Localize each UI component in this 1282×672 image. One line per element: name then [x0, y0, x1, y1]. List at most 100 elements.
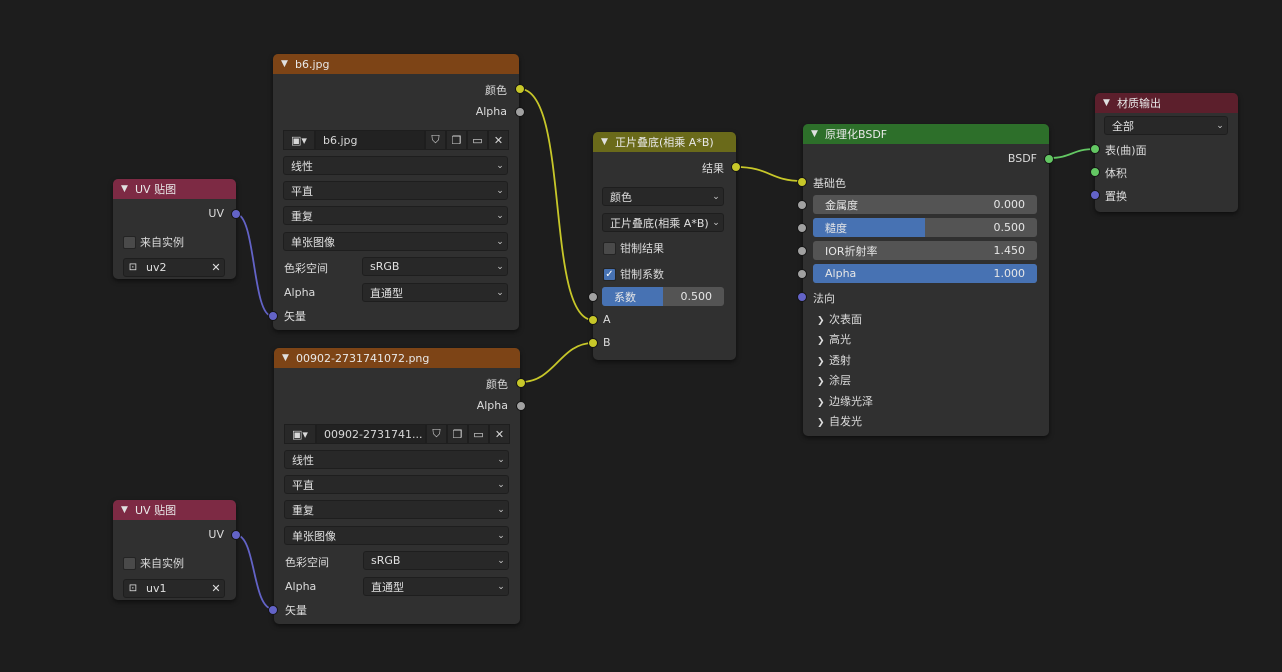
clamp-result-checkbox[interactable] — [603, 242, 616, 255]
mix-multiply-node-header[interactable]: ▼ 正片叠底(相乘 A*B) — [593, 132, 736, 152]
alpha-output-socket[interactable] — [516, 401, 526, 411]
link-result-to-basecolor — [735, 166, 803, 182]
bsdf-output-socket[interactable] — [1044, 154, 1054, 164]
volume-input-socket[interactable] — [1090, 167, 1100, 177]
uv-map-node-2[interactable]: ▼ UV 贴图 UV 来自实例 ⊡ uv1 ✕ — [113, 500, 241, 600]
panel-subsurface[interactable]: ❯ 次表面 — [817, 311, 862, 327]
roughness-input-socket[interactable] — [797, 223, 807, 233]
duplicate-icon[interactable]: ❐ — [446, 130, 467, 150]
alpha-output-socket[interactable] — [515, 107, 525, 117]
alpha-mode-dropdown[interactable]: 直通型 ⌄ — [363, 577, 509, 596]
b-input-socket[interactable] — [588, 338, 598, 348]
principled-bsdf-node[interactable]: ▼ 原理化BSDF BSDF 基础色 金属度 0.000 糙度 0.500 IO… — [797, 124, 1054, 436]
factor-input-socket[interactable] — [588, 292, 598, 302]
uv-map-node-1[interactable]: ▼ UV 贴图 UV 来自实例 ⊡ uv2 ✕ — [113, 179, 241, 279]
from-instancer-checkbox[interactable] — [123, 557, 136, 570]
chevron-down-icon: ⌄ — [497, 454, 505, 465]
chevron-down-icon[interactable]: ▼ — [282, 353, 296, 363]
uv-map-field[interactable]: ⊡ uv1 ✕ — [123, 579, 225, 598]
alpha-slider[interactable]: Alpha 1.000 — [813, 264, 1037, 283]
uv-map-field[interactable]: ⊡ uv2 ✕ — [123, 258, 225, 277]
close-icon[interactable]: ✕ — [208, 582, 224, 595]
colorspace-dropdown[interactable]: sRGB ⌄ — [363, 551, 509, 570]
image-name-field[interactable]: b6.jpg — [315, 130, 425, 150]
alpha-output-label: Alpha — [476, 399, 508, 412]
node-title: 原理化BSDF — [825, 128, 888, 141]
image-icon[interactable]: ▣▾ — [283, 130, 315, 150]
roughness-slider[interactable]: 糙度 0.500 — [813, 218, 1037, 237]
image-texture-node-1-header[interactable]: ▼ b6.jpg — [273, 54, 519, 74]
panel-specular[interactable]: ❯ 高光 — [817, 331, 851, 347]
material-output-node-header[interactable]: ▼ 材质输出 — [1095, 93, 1238, 113]
metallic-input-socket[interactable] — [797, 200, 807, 210]
image-texture-node-2[interactable]: ▼ 00902-2731741072.png 颜色 Alpha ▣▾ 00902… — [268, 348, 526, 624]
extension-value: 重复 — [291, 209, 313, 223]
panel-coat[interactable]: ❯ 涂层 — [817, 372, 851, 388]
uv-output-socket[interactable] — [231, 209, 241, 219]
vector-input-socket[interactable] — [268, 605, 278, 615]
image-texture-node-1[interactable]: ▼ b6.jpg 颜色 Alpha ▣▾ b6.jpg ⛉ ❐ ▭ ✕ 线性 ⌄ … — [268, 54, 525, 330]
target-dropdown[interactable]: 全部 ⌄ — [1104, 116, 1228, 135]
fake-user-shield-icon[interactable]: ⛉ — [426, 424, 447, 444]
color-output-socket[interactable] — [515, 84, 525, 94]
chevron-down-icon[interactable]: ▼ — [121, 505, 135, 515]
close-icon[interactable]: ✕ — [488, 130, 509, 150]
uv-map-node-1-header[interactable]: ▼ UV 贴图 — [113, 179, 236, 199]
source-dropdown[interactable]: 单张图像 ⌄ — [283, 232, 508, 251]
ior-input-socket[interactable] — [797, 246, 807, 256]
image-icon[interactable]: ▣▾ — [284, 424, 316, 444]
interpolation-dropdown[interactable]: 线性 ⌄ — [283, 156, 508, 175]
chevron-down-icon[interactable]: ▼ — [121, 184, 135, 194]
folder-icon[interactable]: ▭ — [468, 424, 489, 444]
from-instancer-checkbox[interactable] — [123, 236, 136, 249]
folder-icon[interactable]: ▭ — [467, 130, 488, 150]
ior-slider[interactable]: IOR折射率 1.450 — [813, 241, 1037, 260]
extension-dropdown[interactable]: 重复 ⌄ — [284, 500, 509, 519]
color-output-socket[interactable] — [516, 378, 526, 388]
panel-emission[interactable]: ❯ 自发光 — [817, 413, 862, 429]
displacement-input-socket[interactable] — [1090, 190, 1100, 200]
metallic-slider[interactable]: 金属度 0.000 — [813, 195, 1037, 214]
projection-dropdown[interactable]: 平直 ⌄ — [283, 181, 508, 200]
interpolation-dropdown[interactable]: 线性 ⌄ — [284, 450, 509, 469]
chevron-down-icon[interactable]: ▼ — [601, 137, 615, 147]
projection-dropdown[interactable]: 平直 ⌄ — [284, 475, 509, 494]
source-dropdown[interactable]: 单张图像 ⌄ — [284, 526, 509, 545]
fake-user-shield-icon[interactable]: ⛉ — [425, 130, 446, 150]
roughness-label: 糙度 — [825, 221, 847, 235]
panel-transmission[interactable]: ❯ 透射 — [817, 352, 851, 368]
vector-input-socket[interactable] — [268, 311, 278, 321]
clamp-factor-checkbox[interactable]: ✓ — [603, 268, 616, 281]
surface-input-socket[interactable] — [1090, 144, 1100, 154]
close-icon[interactable]: ✕ — [208, 261, 224, 274]
chevron-down-icon[interactable]: ▼ — [281, 59, 295, 69]
image-selector[interactable]: ▣▾ 00902-2731741... ⛉ ❐ ▭ ✕ — [284, 424, 510, 444]
base-color-input-socket[interactable] — [797, 177, 807, 187]
normal-input-socket[interactable] — [797, 292, 807, 302]
data-type-dropdown[interactable]: 颜色 ⌄ — [602, 187, 724, 206]
mix-multiply-node[interactable]: ▼ 正片叠底(相乘 A*B) 结果 颜色 ⌄ 正片叠底(相乘 A*B) ⌄ 钳制结果… — [588, 132, 741, 360]
uv-output-socket[interactable] — [231, 530, 241, 540]
uv-map-node-2-header[interactable]: ▼ UV 贴图 — [113, 500, 236, 520]
blend-mode-dropdown[interactable]: 正片叠底(相乘 A*B) ⌄ — [602, 213, 724, 232]
result-output-socket[interactable] — [731, 162, 741, 172]
factor-slider[interactable]: 系数 0.500 — [602, 287, 724, 306]
chevron-down-icon: ⌄ — [496, 185, 504, 196]
image-selector[interactable]: ▣▾ b6.jpg ⛉ ❐ ▭ ✕ — [283, 130, 509, 150]
colorspace-dropdown[interactable]: sRGB ⌄ — [362, 257, 508, 276]
chevron-down-icon[interactable]: ▼ — [811, 129, 825, 139]
principled-bsdf-node-header[interactable]: ▼ 原理化BSDF — [803, 124, 1049, 144]
image-texture-node-2-header[interactable]: ▼ 00902-2731741072.png — [274, 348, 520, 368]
panel-sheen[interactable]: ❯ 边缘光泽 — [817, 393, 873, 409]
extension-dropdown[interactable]: 重复 ⌄ — [283, 206, 508, 225]
uv-map-value: uv1 — [146, 582, 167, 595]
material-output-node[interactable]: ▼ 材质输出 全部 ⌄ 表(曲)面 体积 置换 — [1090, 93, 1238, 212]
alpha-mode-dropdown[interactable]: 直通型 ⌄ — [362, 283, 508, 302]
close-icon[interactable]: ✕ — [489, 424, 510, 444]
duplicate-icon[interactable]: ❐ — [447, 424, 468, 444]
chevron-down-icon: ⌄ — [1216, 120, 1224, 131]
image-name-field[interactable]: 00902-2731741... — [316, 424, 426, 444]
chevron-down-icon[interactable]: ▼ — [1103, 98, 1117, 108]
alpha-input-socket[interactable] — [797, 269, 807, 279]
a-input-socket[interactable] — [588, 315, 598, 325]
